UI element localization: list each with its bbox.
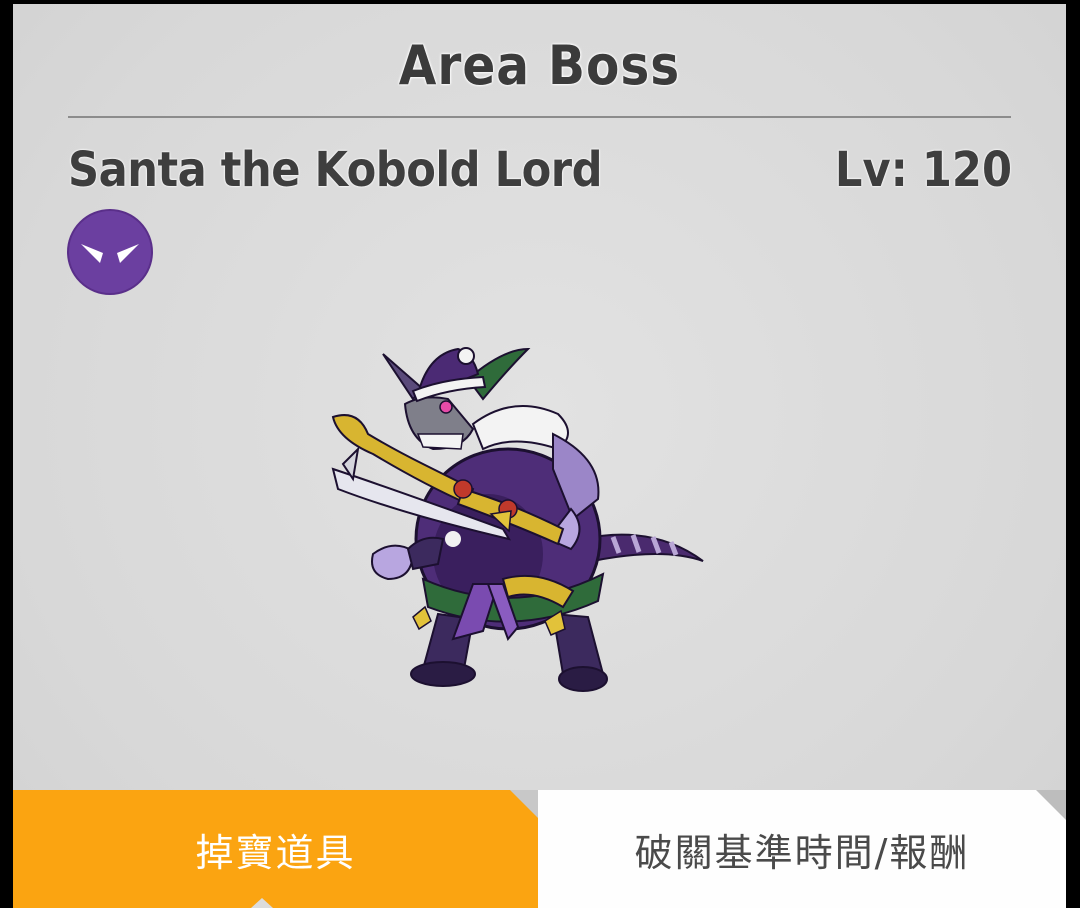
tab-clear-time-rewards-label: 破關基準時間/報酬 — [634, 830, 970, 875]
level-value: 120 — [921, 142, 1012, 198]
boss-level: Lv: 120 — [835, 142, 1012, 198]
tab-corner-fold — [1036, 790, 1066, 820]
tab-drop-items-label: 掉寶道具 — [195, 830, 356, 875]
area-boss-panel: Area Boss Santa the Kobold Lord Lv:120 — [13, 4, 1066, 908]
title-divider — [68, 116, 1011, 118]
active-tab-indicator — [251, 898, 273, 908]
boss-illustration — [331, 347, 704, 692]
boss-name: Santa the Kobold Lord — [68, 142, 603, 198]
dark-element-icon — [67, 209, 153, 295]
level-label: Lv: — [834, 142, 908, 198]
page-title: Area Boss — [398, 34, 681, 97]
tab-clear-time-rewards[interactable]: 破關基準時間/報酬 — [538, 790, 1066, 908]
tab-drop-items[interactable]: 掉寶道具 — [13, 790, 538, 908]
tab-corner-fold — [510, 790, 538, 818]
